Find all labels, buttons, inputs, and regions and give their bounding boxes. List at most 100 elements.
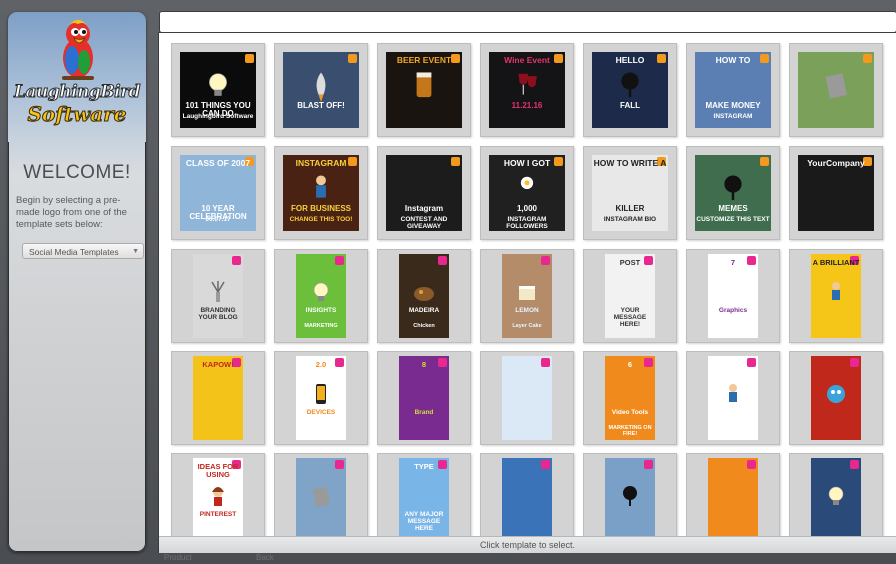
man-icon [729,384,737,402]
template-tile[interactable]: MADEIRA Chicken [377,249,471,343]
top-bar [160,12,896,32]
template-top-text: HOW TO WRITE A [593,158,667,168]
template-thumbnail [811,458,861,542]
template-tile[interactable]: 7 Graphics [686,249,780,343]
template-tile[interactable]: HOW TO WRITE A KILLER INSTAGRAM BIO [583,146,677,240]
template-tile[interactable]: CLASS OF 2007 10 YEAR CELEBRATION 06.07.17 [171,146,265,240]
social-badge-icon [850,460,859,469]
template-main-text: FALL [620,101,640,110]
template-top-text: A BRILLIANT [812,258,860,267]
template-thumbnail: BLAST OFF! [283,52,359,128]
template-tile[interactable]: 6 Video Tools MARKETING ON FIRE! [583,351,677,445]
template-main-text: FOR BUSINESS [290,204,351,213]
note-icon [825,73,847,99]
template-tile[interactable] [686,351,780,445]
template-sub-text: INSTAGRAM [713,113,753,120]
social-badge-icon [850,358,859,367]
social-badge-icon [438,256,447,265]
girl-icon [212,487,224,506]
beer-icon [416,72,432,98]
note-icon [312,486,330,508]
template-thumbnail: 8 Brand [399,356,449,440]
template-tile[interactable]: HELLO FALL [583,43,677,137]
template-set-select[interactable]: Social Media Templates ▼ [22,243,144,259]
template-main-text: LEMON [515,307,539,314]
phone-icon [316,384,326,404]
blob-icon [827,385,845,403]
template-thumbnail: HOW TO WRITE A KILLER INSTAGRAM BIO [592,155,668,231]
ghost-label-left: Product [164,553,192,562]
food-icon [414,287,434,301]
template-tile[interactable] [686,453,780,547]
template-main-text: MAKE MONEY [705,101,761,110]
template-gallery: 101 THINGS YOU CAN DO Laughingbird Softwa… [159,33,896,552]
template-main-text: PINTEREST [199,511,237,518]
template-tile[interactable]: MEMES CUSTOMIZE THIS TEXT [686,146,780,240]
tree-icon [621,72,639,98]
template-tile[interactable]: LEMON Layer Cake [480,249,574,343]
template-tile[interactable]: HOW TO MAKE MONEY INSTAGRAM [686,43,780,137]
template-thumbnail: BRANDING YOUR BLOG [193,254,243,338]
template-thumbnail: Wine Event 11.21.16 [489,52,565,128]
template-top-text: HOW I GOT [503,158,551,168]
template-tile[interactable] [480,453,574,547]
template-tile[interactable] [583,453,677,547]
status-hint: Click template to select. [479,540,576,550]
template-thumbnail: KAPOW! [193,356,243,440]
social-badge-icon [760,157,769,166]
template-top-text: 8 [421,360,427,369]
template-sub-text: CUSTOMIZE THIS TEXT [696,216,770,223]
template-tile[interactable]: HOW I GOT 1,000 INSTAGRAM FOLLOWERS [480,146,574,240]
template-thumbnail: 101 THINGS YOU CAN DO Laughingbird Softwa… [180,52,256,128]
ghost-label-right: Back [256,553,274,562]
template-sub-text: INSTAGRAM FOLLOWERS [506,216,548,230]
template-thumbnail: HOW I GOT 1,000 INSTAGRAM FOLLOWERS [489,155,565,231]
template-tile[interactable]: YourCompany [789,146,883,240]
template-tile[interactable] [789,453,883,547]
template-tile[interactable]: KAPOW! [171,351,265,445]
template-thumbnail [296,458,346,542]
template-thumbnail [798,52,874,128]
template-tile[interactable]: IDEAS FOR USING PINTEREST [171,453,265,547]
template-thumbnail [811,356,861,440]
template-tile[interactable] [480,351,574,445]
template-main-text: KILLER [615,204,645,213]
social-badge-icon [348,54,357,63]
template-tile[interactable]: TYPE ANY MAJOR MESSAGE HERE [377,453,471,547]
template-sub-text: MARKETING ON FIRE! [608,425,652,437]
template-top-text: KAPOW! [202,360,234,369]
template-thumbnail [605,458,655,542]
template-tile[interactable]: 8 Brand [377,351,471,445]
template-tile[interactable] [274,453,368,547]
template-sub-text: CHANGE THIS TOO! [289,216,353,223]
template-main-text: INSIGHTS [305,307,337,314]
template-tile[interactable]: Wine Event 11.21.16 [480,43,574,137]
lightbulb-icon [209,73,227,96]
template-thumbnail: CLASS OF 2007 10 YEAR CELEBRATION 06.07.17 [180,155,256,231]
template-tile[interactable]: 2.0 DEVICES [274,351,368,445]
template-tile[interactable]: 101 THINGS YOU CAN DO Laughingbird Softwa… [171,43,265,137]
template-tile[interactable] [789,351,883,445]
template-tile[interactable]: BRANDING YOUR BLOG [171,249,265,343]
template-tile[interactable]: INSIGHTS MARKETING [274,249,368,343]
template-tile[interactable]: BEER EVENT [377,43,471,137]
social-badge-icon [747,460,756,469]
lightbulb-icon [313,282,329,301]
template-set-value: Social Media Templates [29,247,119,257]
template-tile[interactable] [789,43,883,137]
template-thumbnail: HELLO FALL [592,52,668,128]
social-badge-icon [541,460,550,469]
template-tile[interactable]: POST YOUR MESSAGE HERE! [583,249,677,343]
social-badge-icon [541,358,550,367]
template-tile[interactable]: A BRILLIANT [789,249,883,343]
brand-area: LaughingBird Software [8,12,146,142]
template-tile[interactable]: BLAST OFF! [274,43,368,137]
template-thumbnail [708,458,758,542]
social-badge-icon [541,256,550,265]
template-tile[interactable]: INSTAGRAM FOR BUSINESS CHANGE THIS TOO! [274,146,368,240]
template-tile[interactable]: Instagram CONTEST AND GIVEAWAY [377,146,471,240]
social-badge-icon [747,358,756,367]
template-sub-text: Laughingbird Software [182,113,254,120]
cake-icon [519,286,535,300]
template-thumbnail [502,356,552,440]
